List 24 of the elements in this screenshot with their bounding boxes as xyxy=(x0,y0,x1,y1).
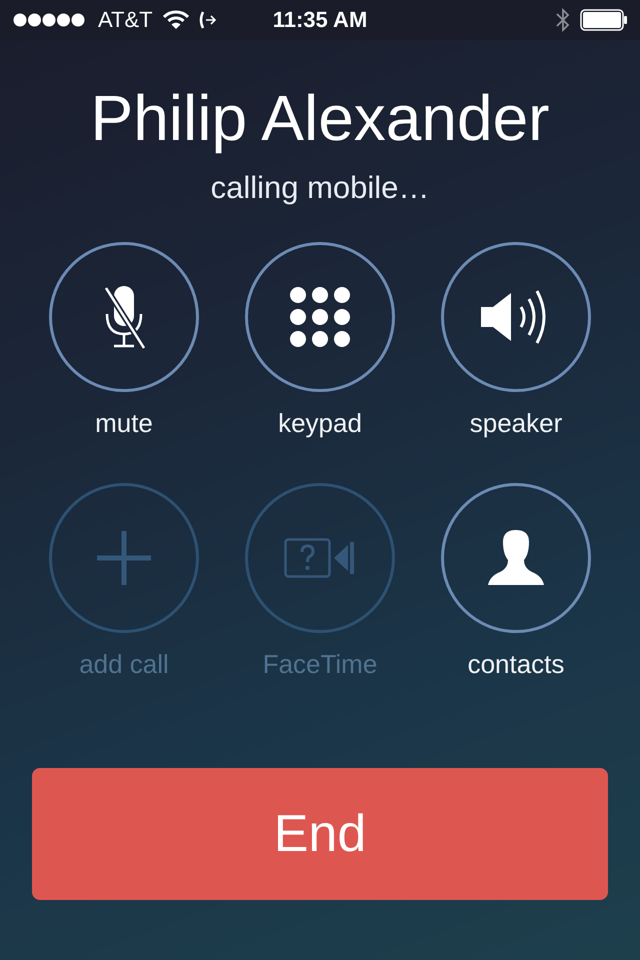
caller-name: Philip Alexander xyxy=(90,81,550,156)
call-status: calling mobile… xyxy=(210,170,430,206)
person-silhouette-icon xyxy=(488,530,544,586)
keypad-icon xyxy=(290,287,350,347)
speaker-button[interactable] xyxy=(441,242,591,392)
keypad-button[interactable] xyxy=(245,242,395,392)
bluetooth-icon xyxy=(556,8,570,32)
button-label: keypad xyxy=(278,408,362,439)
battery-icon xyxy=(580,9,628,31)
end-call-button[interactable]: End xyxy=(32,768,608,900)
call-forwarding-icon xyxy=(198,10,217,30)
contacts-button[interactable] xyxy=(441,483,591,633)
button-label: FaceTime xyxy=(262,649,378,680)
video-camera-icon xyxy=(284,538,356,578)
button-label: speaker xyxy=(470,408,562,439)
button-label: contacts xyxy=(468,649,564,680)
status-time: 11:35 AM xyxy=(272,7,368,33)
wifi-icon xyxy=(162,10,189,30)
mute-button[interactable] xyxy=(49,242,199,392)
plus-icon xyxy=(97,531,151,585)
muted-microphone-icon xyxy=(102,284,146,350)
button-label: add call xyxy=(79,649,169,680)
carrier-name: AT&T xyxy=(98,7,153,33)
button-label: mute xyxy=(95,408,153,439)
